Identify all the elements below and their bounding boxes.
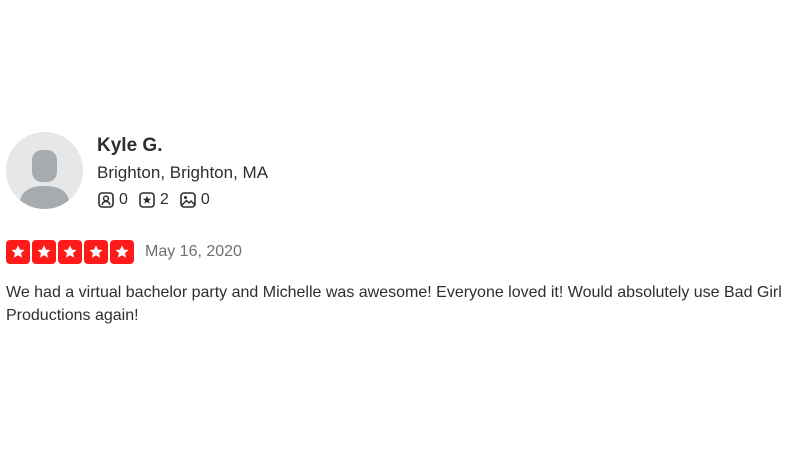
avatar[interactable] xyxy=(6,132,83,209)
reviewer-stats: 0 2 0 xyxy=(97,190,268,210)
reviewer-info: Kyle G. Brighton, Brighton, MA 0 2 0 xyxy=(97,134,268,210)
rating-star-icon xyxy=(58,240,82,264)
reviews-stat: 2 xyxy=(138,190,169,210)
review-card: Kyle G. Brighton, Brighton, MA 0 2 0 May… xyxy=(6,132,796,327)
reviewer-location: Brighton, Brighton, MA xyxy=(97,163,269,182)
reviews-count: 2 xyxy=(159,191,169,208)
friends-stat: 0 xyxy=(97,190,128,210)
review-text: We had a virtual bachelor party and Mich… xyxy=(6,284,782,324)
reviewer-name[interactable]: Kyle G. xyxy=(97,134,268,158)
rating-star-icon xyxy=(110,240,134,264)
rating-star-icon xyxy=(84,240,108,264)
photos-count: 0 xyxy=(200,191,210,208)
rating-star-icon xyxy=(6,240,30,264)
rating-star-icon xyxy=(32,240,56,264)
photo-icon xyxy=(180,192,196,208)
friends-count: 0 xyxy=(119,191,128,208)
star-rating xyxy=(6,240,136,264)
review-date: May 16, 2020 xyxy=(145,243,242,260)
review-star-icon xyxy=(139,192,155,208)
reviewer-header: Kyle G. Brighton, Brighton, MA 0 2 0 xyxy=(6,132,796,210)
friends-icon xyxy=(98,192,114,208)
photos-stat: 0 xyxy=(179,190,210,210)
default-user-avatar-icon xyxy=(6,132,83,209)
rating-row: May 16, 2020 xyxy=(6,240,796,264)
